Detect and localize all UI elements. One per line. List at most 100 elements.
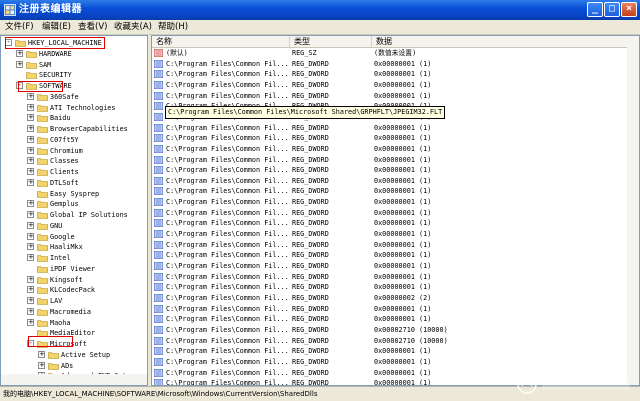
expand-icon[interactable]: +: [27, 254, 34, 261]
value-row[interactable]: C:\Program Files\Common Fil...REG_DWORD 0…: [152, 240, 639, 251]
value-row[interactable]: C:\Program Files\Common Fil...REG_DWORD 0…: [152, 69, 639, 80]
expand-icon[interactable]: +: [27, 200, 34, 208]
tree-node[interactable]: Easy Sysprep: [27, 189, 147, 199]
value-row[interactable]: C:\Program Files\Common Fil...REG_DWORD 0…: [152, 218, 639, 229]
value-row[interactable]: C:\Program Files\Common Fil...REG_DWORD 0…: [152, 250, 639, 261]
tree-node[interactable]: iPDF Viewer: [27, 264, 147, 274]
tree-node[interactable]: + Baidu: [27, 113, 147, 123]
expand-icon[interactable]: +: [16, 49, 23, 57]
value-row[interactable]: C:\Program Files\Common Fil...REG_DWORD 0…: [152, 197, 639, 208]
tree-node[interactable]: + BrowserCapabilities: [27, 124, 147, 134]
value-row[interactable]: C:\Program Files\Common Fil...REG_DWORD 0…: [152, 186, 639, 197]
folder-icon: [37, 308, 48, 316]
expand-icon[interactable]: +: [27, 178, 34, 186]
tree-node[interactable]: + C07ft5Y: [27, 135, 147, 145]
value-row[interactable]: C:\Program Files\Common Fil...REG_DWORD 0…: [152, 336, 639, 347]
tree-node[interactable]: SECURITY: [16, 70, 147, 80]
menu-file[interactable]: 文件(F): [3, 21, 36, 33]
expand-icon[interactable]: +: [38, 350, 45, 358]
minimize-button[interactable]: _: [587, 2, 603, 17]
value-row[interactable]: C:\Program Files\Common Fil...REG_DWORD 0…: [152, 261, 639, 272]
tree-node[interactable]: + SAM: [16, 60, 147, 70]
menu-view[interactable]: 查看(V): [76, 21, 109, 33]
tree-node[interactable]: + Maoha: [27, 318, 147, 328]
value-row[interactable]: C:\Program Files\Common Fil...REG_DWORD 0…: [152, 293, 639, 304]
value-row[interactable]: C:\Program Files\Common Fil...REG_DWORD 0…: [152, 155, 639, 166]
menu-favorites[interactable]: 收藏夹(A): [112, 21, 154, 33]
value-data: 0x00000001 (1): [374, 123, 432, 132]
expand-icon[interactable]: +: [27, 232, 34, 240]
close-button[interactable]: ×: [621, 2, 637, 17]
expand-icon[interactable]: +: [27, 135, 34, 143]
tree-node[interactable]: + Active Setup: [38, 350, 147, 360]
value-row[interactable]: C:\Program Files\Common Fil...REG_DWORD 0…: [152, 229, 639, 240]
expand-icon[interactable]: +: [27, 318, 34, 326]
tree-horizontal-scrollbar[interactable]: [1, 374, 147, 385]
value-row[interactable]: C:\Program Files\Common Fil...REG_DWORD 0…: [152, 176, 639, 187]
tree-node[interactable]: + HaaliMkx: [27, 242, 147, 252]
value-name: C:\Program Files\Common Fil...: [166, 230, 289, 239]
expand-icon[interactable]: +: [27, 297, 34, 304]
value-row[interactable]: (默认) REG_SZ (数值未设置): [152, 48, 639, 59]
binary-value-icon: [154, 219, 163, 228]
expand-icon[interactable]: +: [27, 221, 34, 229]
value-row[interactable]: C:\Program Files\Common Fil...REG_DWORD 0…: [152, 357, 639, 368]
value-row[interactable]: C:\Program Files\Common Fil...REG_DWORD 0…: [152, 272, 639, 283]
expand-icon[interactable]: +: [27, 103, 34, 111]
value-row[interactable]: C:\Program Files\Common Fil...REG_DWORD 0…: [152, 325, 639, 336]
expand-icon[interactable]: +: [27, 157, 34, 165]
value-row[interactable]: C:\Program Files\Common Fil...REG_DWORD 0…: [152, 144, 639, 155]
tree-node[interactable]: + ATI Technologies: [27, 103, 147, 113]
tree-node[interactable]: + Google: [27, 232, 147, 242]
value-row[interactable]: C:\Program Files\Common Fil...REG_DWORD 0…: [152, 165, 639, 176]
value-row[interactable]: C:\Program Files\Common Fil...REG_DWORD 0…: [152, 304, 639, 315]
expand-icon[interactable]: +: [27, 146, 34, 154]
menu-help[interactable]: 帮助(H): [156, 21, 190, 33]
tree-node[interactable]: + GNU: [27, 221, 147, 231]
tree-node[interactable]: + KLCodecPack: [27, 285, 147, 295]
expand-icon[interactable]: +: [38, 361, 45, 369]
value-row[interactable]: C:\Program Files\Common Fil...REG_DWORD 0…: [152, 346, 639, 357]
expand-icon[interactable]: +: [16, 60, 23, 68]
expand-icon[interactable]: +: [27, 307, 34, 315]
value-row[interactable]: C:\Program Files\Common Fil...REG_DWORD 0…: [152, 59, 639, 70]
folder-icon: [26, 50, 37, 58]
tree-node[interactable]: + Chromium: [27, 146, 147, 156]
registry-tree[interactable]: - HKEY_LOCAL_MACHINE + HARDWARE + SAM SECURITY…: [0, 35, 148, 386]
maximize-button[interactable]: □: [604, 2, 620, 17]
value-row[interactable]: C:\Program Files\Common Fil...REG_DWORD 0…: [152, 282, 639, 293]
column-name-header[interactable]: 名称: [152, 36, 290, 47]
expand-icon[interactable]: +: [27, 211, 34, 218]
tree-node[interactable]: + Clients: [27, 167, 147, 177]
tree-node[interactable]: + Intel: [27, 253, 147, 263]
menu-edit[interactable]: 编辑(E): [40, 21, 73, 33]
expand-icon[interactable]: +: [27, 125, 34, 132]
expand-icon[interactable]: +: [27, 92, 34, 100]
expand-icon[interactable]: +: [27, 168, 34, 175]
value-row[interactable]: C:\Program Files\Common Fil...REG_DWORD 0…: [152, 91, 639, 102]
value-row[interactable]: C:\Program Files\Common Fil...REG_DWORD 0…: [152, 133, 639, 144]
expand-icon[interactable]: +: [27, 243, 34, 251]
tree-node[interactable]: + Classes: [27, 156, 147, 166]
tree-node[interactable]: + Kingsoft: [27, 275, 147, 285]
values-list[interactable]: 名称 类型 数据 (默认) REG_SZ (数值未设置) C:\Program Fil…: [151, 35, 640, 386]
value-row[interactable]: C:\Program Files\Common Fil...REG_DWORD 0…: [152, 314, 639, 325]
tree-node[interactable]: + Macromedia: [27, 307, 147, 317]
value-row[interactable]: C:\Program Files\Common Fil...REG_DWORD 0…: [152, 123, 639, 134]
value-type: REG_DWORD: [292, 336, 329, 345]
expand-icon[interactable]: +: [27, 286, 34, 294]
tree-node[interactable]: + ADs: [38, 361, 147, 371]
expand-icon[interactable]: +: [27, 275, 34, 283]
tree-node[interactable]: +360Safe: [27, 92, 147, 102]
tree-node[interactable]: + Global IP Solutions: [27, 210, 147, 220]
tree-node[interactable]: + LAV: [27, 296, 147, 306]
tree-node[interactable]: + DTLSoft: [27, 178, 147, 188]
column-type-header[interactable]: 类型: [290, 36, 372, 47]
value-row[interactable]: C:\Program Files\Common Fil...REG_DWORD 0…: [152, 208, 639, 219]
tree-node[interactable]: + HARDWARE: [16, 49, 147, 59]
expand-icon[interactable]: +: [27, 114, 34, 122]
list-vertical-scrollbar[interactable]: [627, 36, 639, 385]
value-row[interactable]: C:\Program Files\Common Fil...REG_DWORD 0…: [152, 80, 639, 91]
column-data-header[interactable]: 数据: [372, 36, 629, 47]
tree-node[interactable]: + Gemplus: [27, 199, 147, 209]
